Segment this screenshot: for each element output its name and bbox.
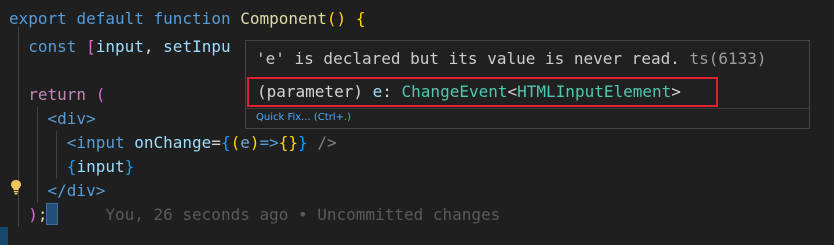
- function-parens: (): [326, 9, 347, 28]
- signature-param: e: [372, 82, 383, 101]
- quick-fix-link[interactable]: Quick Fix... (Ctrl+.): [256, 111, 351, 125]
- function-name: Component: [240, 9, 327, 28]
- text-cursor: [46, 203, 58, 225]
- signature-highlight-box: (parameter) e: ChangeEvent<HTMLInputElem…: [247, 77, 718, 107]
- keyword-return: return: [28, 85, 87, 104]
- code-line-7: </div>: [9, 179, 106, 203]
- tooltip-divider: [246, 108, 809, 109]
- code-line-2: const [input, setInpu: [9, 35, 231, 59]
- git-blame-annotation: You, 26 seconds ago • Uncommitted change…: [105, 205, 501, 224]
- jsx-input-tag: <input: [66, 133, 125, 152]
- jsx-attr-onchange: onChange: [134, 133, 212, 152]
- jsx-div-close: </div>: [47, 181, 106, 200]
- keyword-function: function: [153, 9, 231, 28]
- var-input: input: [95, 37, 144, 56]
- signature-type: ChangeEvent: [401, 82, 508, 101]
- comma: ,: [143, 37, 154, 56]
- code-line-1: export default function Component() {: [9, 7, 365, 31]
- attr-equals: =: [211, 133, 221, 152]
- signature-lt: <: [507, 82, 518, 101]
- param-paren-close: ): [249, 133, 260, 152]
- code-line-6: {input}: [9, 155, 134, 179]
- scroll-edge-marker: [0, 227, 8, 245]
- keyword-const: const: [28, 37, 77, 56]
- code-line-5: <input onChange={(e)=>{}} />: [9, 131, 337, 155]
- signature-generic: HTMLInputElement: [517, 82, 672, 101]
- lightbulb-icon[interactable]: [9, 179, 23, 195]
- param-e: e: [240, 133, 250, 152]
- arrow-body: {}: [278, 133, 299, 152]
- diagnostic-text: 'e' is declared but its value is never r…: [256, 49, 680, 68]
- expr-brace-close: }: [124, 157, 135, 176]
- attr-brace-close: }: [298, 133, 308, 152]
- keyword-default: default: [76, 9, 144, 28]
- signature-prefix: (parameter): [257, 82, 363, 101]
- hover-tooltip: 'e' is declared but its value is never r…: [245, 40, 810, 129]
- var-setinput: setInpu: [163, 37, 231, 56]
- param-paren-open: (: [230, 133, 241, 152]
- function-brace: {: [355, 9, 366, 28]
- jsx-div-open: <div>: [47, 109, 96, 128]
- return-paren-close: ): [28, 205, 38, 224]
- arrow: =>: [259, 133, 279, 152]
- signature-colon: :: [382, 82, 392, 101]
- code-line-8: ); You, 26 seconds ago • Uncommitted cha…: [9, 203, 500, 227]
- expr-brace-open: {: [66, 157, 77, 176]
- keyword-export: export: [9, 9, 67, 28]
- destructure-bracket: [: [86, 37, 96, 56]
- attr-brace-open: {: [220, 133, 231, 152]
- expr-input: input: [76, 157, 125, 176]
- code-line-3: return (: [9, 83, 105, 107]
- return-paren: (: [95, 85, 106, 104]
- diagnostic-code[interactable]: ts(6133): [689, 49, 766, 68]
- diagnostic-message: 'e' is declared but its value is never r…: [256, 47, 767, 71]
- code-line-4: <div>: [9, 107, 96, 131]
- signature-gt: >: [671, 82, 681, 101]
- self-close: />: [317, 133, 337, 152]
